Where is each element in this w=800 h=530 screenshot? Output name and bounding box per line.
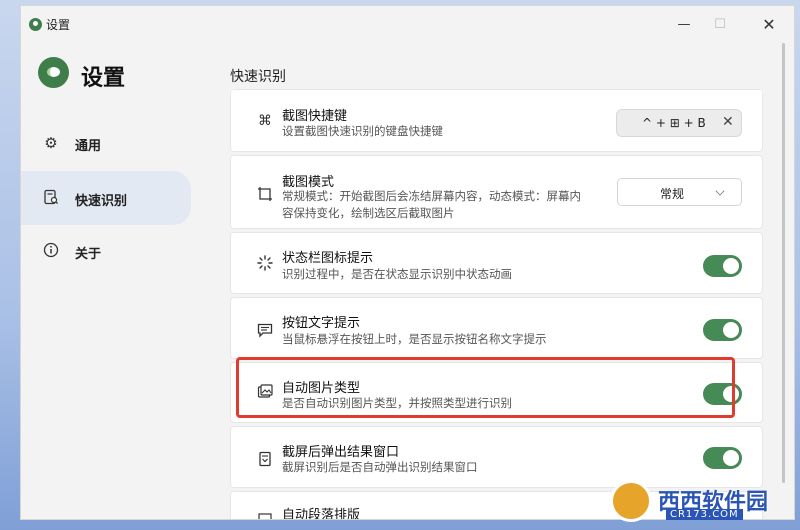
row-description: 识别过程中，是否在状态显示识别中状态动画	[282, 267, 512, 281]
command-key-icon: ⌘	[258, 113, 272, 129]
scrollbar[interactable]	[782, 43, 785, 483]
watermark-subtext: CR173.COM	[666, 509, 743, 520]
sidebar-item-label: 快速识别	[75, 194, 128, 209]
row-title: 自动段落排版	[282, 508, 361, 520]
sidebar-item-about[interactable]: 关于	[21, 224, 191, 278]
paragraph-layout-icon	[256, 512, 274, 519]
sidebar-item-general[interactable]: ⚙ 通用	[21, 116, 191, 170]
select-value: 常规	[660, 187, 685, 201]
settings-row-button-tooltip: 按钮文字提示 当鼠标悬浮在按钮上时，是否显示按钮名称文字提示	[230, 297, 763, 359]
gear-icon: ⚙	[44, 134, 58, 152]
result-window-icon	[256, 451, 274, 469]
close-button[interactable]: ✕	[749, 12, 789, 38]
sidebar-item-label: 通用	[75, 139, 102, 154]
app-logo-icon	[29, 18, 42, 31]
scan-document-icon	[42, 189, 60, 207]
settings-row-shortcut: ⌘ 截图快捷键 设置截图快速识别的键盘快捷键 ^ + ⊞ + B ✕	[230, 89, 763, 152]
popup-result-toggle[interactable]	[703, 447, 742, 469]
screenshot-mode-select[interactable]: 常规	[617, 178, 742, 206]
loading-spinner-icon	[256, 255, 274, 273]
clear-shortcut-button[interactable]: ✕	[722, 114, 734, 130]
sidebar-item-quick-recognition[interactable]: 快速识别	[21, 171, 191, 225]
minimize-button[interactable]: —	[664, 12, 704, 38]
window-title: 设置	[46, 18, 71, 32]
chevron-down-icon	[715, 186, 725, 196]
row-description-line-1: 常规模式：开始截图后会冻结屏幕内容，动态模式：屏幕内	[282, 189, 581, 203]
settings-window: 设置 — ☐ ✕ 设置 ⚙ 通用 快速识别 关于 快速识别 ⌘ 截图快捷键 设置…	[20, 5, 795, 520]
settings-panel: ⌘ 截图快捷键 设置截图快速识别的键盘快捷键 ^ + ⊞ + B ✕ 截图模式 …	[230, 89, 763, 520]
row-description: 设置截图快速识别的键盘快捷键	[282, 124, 443, 138]
sidebar-item-label: 关于	[75, 247, 102, 262]
row-title: 按钮文字提示	[282, 316, 361, 331]
title-bar: 设置 — ☐ ✕	[21, 6, 794, 42]
row-title: 状态栏图标提示	[282, 251, 374, 266]
shortcut-input[interactable]: ^ + ⊞ + B ✕	[616, 109, 742, 137]
highlight-box	[236, 357, 735, 418]
maximize-button[interactable]: ☐	[700, 12, 740, 38]
info-icon	[42, 242, 60, 260]
row-description-line-2: 容保持变化，绘制选区后截取图片	[282, 206, 455, 220]
watermark: 西西软件园 CR173.COM	[602, 478, 800, 530]
shortcut-value: ^ + ⊞ + B	[642, 116, 706, 130]
row-description: 当鼠标悬浮在按钮上时，是否显示按钮名称文字提示	[282, 332, 547, 346]
row-description: 截屏识别后是否自动弹出识别结果窗口	[282, 460, 478, 474]
screenshot-frame-icon	[256, 186, 274, 204]
row-title: 截屏后弹出结果窗口	[282, 445, 400, 460]
brand-title: 设置	[81, 66, 126, 91]
status-icon-toggle[interactable]	[703, 255, 742, 277]
settings-row-screenshot-mode: 截图模式 常规模式：开始截图后会冻结屏幕内容，动态模式：屏幕内 容保持变化，绘制…	[230, 155, 763, 229]
brand-logo-icon	[38, 57, 69, 88]
button-tooltip-toggle[interactable]	[703, 319, 742, 341]
section-title: 快速识别	[230, 69, 286, 85]
settings-row-status-icon: 状态栏图标提示 识别过程中，是否在状态显示识别中状态动画	[230, 232, 763, 294]
row-title: 截图快捷键	[282, 109, 348, 124]
watermark-logo-icon	[610, 480, 652, 522]
message-icon	[256, 322, 274, 340]
